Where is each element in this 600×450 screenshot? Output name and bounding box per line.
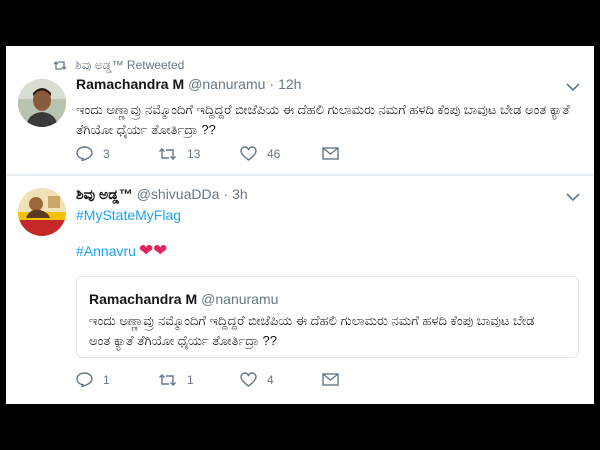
tweet-retweeted[interactable]: ಶಿವು ಅಡ್ಡ™ Retweeted Ramachandra M @nanu…: [6, 46, 594, 174]
retweet-button[interactable]: 13: [158, 147, 240, 161]
author-name[interactable]: ಶಿವು ಅಡ್ಡ™: [76, 186, 133, 203]
retweet-count: 1: [187, 372, 194, 387]
author-name[interactable]: Ramachandra M: [76, 76, 184, 92]
author-handle[interactable]: @nanuramu: [188, 76, 265, 92]
quoted-tweet-text: ಇಂದು ಅಣ್ಣಾವ್ರು ನಮ್ಮೊಂದಿಗೆ ಇದ್ದಿದ್ದರೆ ಬೀಜ…: [89, 313, 535, 348]
dm-button[interactable]: [322, 373, 404, 386]
reply-button[interactable]: 3: [76, 146, 158, 161]
retweet-context: ಶಿವು ಅಡ್ಡ™ Retweeted: [53, 58, 184, 73]
chevron-down-icon[interactable]: [566, 192, 580, 202]
hashtag-line: #Annavru ❤❤: [76, 241, 167, 261]
heart-emoji: ❤❤: [138, 241, 168, 260]
hashtag-link[interactable]: #MyStateMyFlag: [76, 207, 181, 223]
tweet-actions: 1 1 4: [76, 372, 404, 387]
envelope-icon: [322, 373, 339, 386]
chevron-down-icon[interactable]: [566, 82, 580, 92]
timestamp[interactable]: 12h: [278, 76, 301, 92]
retweet-icon: [159, 147, 176, 160]
reply-icon: [76, 372, 93, 387]
tweet-timeline: ಶಿವು ಅಡ್ಡ™ Retweeted Ramachandra M @nanu…: [6, 46, 594, 404]
tweet-actions: 3 13 46: [76, 146, 404, 161]
envelope-icon: [322, 147, 339, 160]
tweet-quote[interactable]: ಶಿವು ಅಡ್ಡ™ @shivuaDDa · 3h #MyStateMyFla…: [6, 176, 594, 404]
reply-button[interactable]: 1: [76, 372, 158, 387]
tweet-text: ಇಂದು ಅಣ್ಣಾವ್ರು ನಮ್ಮೊಂದಿಗೆ ಇದ್ದಿದ್ದರೆ ಬೀಜ…: [76, 102, 570, 137]
heart-icon: [240, 372, 257, 387]
like-count: 4: [267, 372, 274, 387]
avatar[interactable]: [18, 188, 66, 236]
timestamp[interactable]: 3h: [232, 186, 248, 202]
separator-dot: ·: [269, 76, 275, 92]
quoted-author-name: Ramachandra M: [89, 291, 198, 307]
like-count: 46: [267, 146, 281, 161]
like-button[interactable]: 46: [240, 146, 322, 161]
tweet-header: ಶಿವು ಅಡ್ಡ™ @shivuaDDa · 3h: [76, 186, 248, 203]
separator-dot: ·: [223, 186, 229, 202]
like-button[interactable]: 4: [240, 372, 322, 387]
quoted-author-handle: @nanuramu: [201, 291, 279, 307]
reply-count: 1: [103, 372, 110, 387]
retweet-label[interactable]: ಶಿವು ಅಡ್ಡ™ Retweeted: [75, 58, 184, 73]
retweet-icon: [159, 373, 176, 386]
retweet-count: 13: [187, 146, 201, 161]
avatar-photo: [18, 188, 66, 236]
quoted-tweet-header: Ramachandra M @nanuramu: [89, 291, 278, 307]
avatar-photo: [18, 79, 66, 127]
tweet-header: Ramachandra M @nanuramu · 12h: [76, 76, 301, 92]
quoted-tweet[interactable]: Ramachandra M @nanuramu ಇಂದು ಅಣ್ಣಾವ್ರು ನ…: [76, 276, 579, 358]
author-handle[interactable]: @shivuaDDa: [137, 186, 220, 202]
retweet-icon: [53, 60, 67, 70]
reply-count: 3: [103, 146, 110, 161]
reply-icon: [76, 146, 93, 161]
avatar[interactable]: [18, 79, 66, 127]
dm-button[interactable]: [322, 147, 404, 160]
heart-icon: [240, 146, 257, 161]
hashtag-link[interactable]: #Annavru: [76, 243, 136, 259]
retweet-button[interactable]: 1: [158, 373, 240, 387]
